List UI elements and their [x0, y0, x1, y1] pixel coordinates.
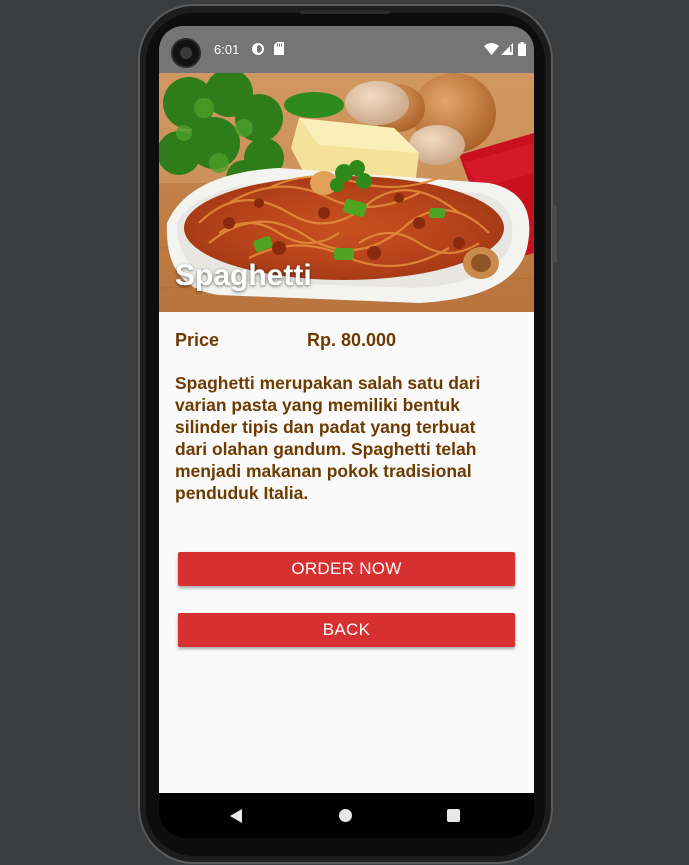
price-value: Rp. 80.000	[307, 330, 397, 350]
back-icon[interactable]	[230, 809, 242, 823]
order-now-button[interactable]: ORDER NOW	[178, 552, 515, 586]
home-icon[interactable]	[339, 809, 352, 822]
wifi-icon	[484, 43, 499, 55]
food-title: Spaghetti	[175, 259, 312, 292]
hero-image: Spaghetti	[159, 73, 534, 312]
data-saver-icon	[252, 43, 264, 55]
back-button[interactable]: BACK	[178, 613, 515, 647]
front-camera	[171, 38, 201, 68]
signal-icon	[501, 43, 513, 55]
sd-card-icon	[274, 42, 284, 55]
navigation-bar	[159, 793, 534, 838]
price-label: Price	[175, 330, 220, 350]
status-bar: 6:01	[159, 26, 534, 73]
status-time: 6:01	[214, 42, 240, 57]
recents-icon[interactable]	[447, 809, 460, 822]
app-content: Spaghetti Price Rp. 80.000 Spaghetti mer…	[159, 73, 534, 793]
speaker-slot	[300, 10, 390, 14]
screen: 6:01 Spaghetti Price Rp. 80.000 Spaghett…	[159, 26, 534, 838]
food-description: Spaghetti merupakan salah satu dari vari…	[175, 373, 481, 503]
battery-icon	[518, 42, 526, 56]
volume-button	[552, 205, 557, 263]
